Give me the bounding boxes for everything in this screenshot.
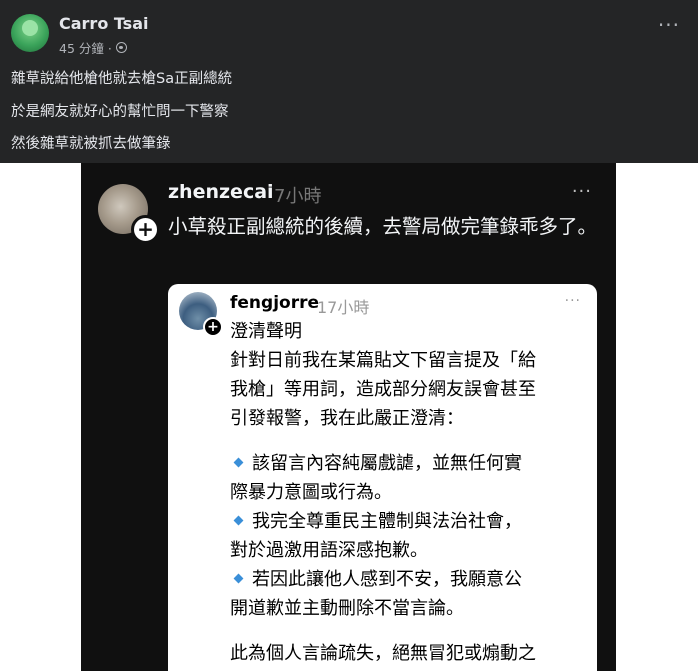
quoted-post-card: + fengjorre 17小時 ··· 澄清聲明 針對日前我在某篇貼文下留言提… [168,284,597,671]
bullet-text: 我完全尊重民主體制與法治社會， [252,511,522,532]
quoted-line: 對於過激用語深感抱歉。 [230,540,428,561]
post-text-line: 於是網友就好心的幫忙問一下警察 [11,104,229,120]
thread-text: 小草殺正副總統的後續，去警局做完筆錄乖多了。 [168,215,598,238]
thread-time: 7小時 [274,186,322,207]
quoted-line: 開道歉並主動刪除不當言論。 [230,598,464,619]
post-more-options-icon[interactable]: ··· [658,15,680,35]
bullet-text: 該留言內容純屬戲謔，並無任何實 [252,453,522,474]
quoted-line: 針對日前我在某篇貼文下留言提及「給 [230,350,536,371]
quoted-line: 我槍」等用詞，造成部分網友誤會甚至 [230,379,536,400]
globe-icon [115,42,127,53]
quoted-bullet-line: 我完全尊重民主體制與法治社會， [230,510,522,534]
post-time[interactable]: 45 分鐘 · [59,38,112,57]
quoted-more-icon: ··· [564,293,581,309]
follow-plus-icon: + [131,215,160,244]
quoted-line: 澄清聲明 [230,321,302,342]
facebook-post: Carro Tsai 45 分鐘 · ··· 雜草說給他槍他就去槍Sa正副總統 … [0,0,698,163]
quoted-line: 際暴力意圖或行為。 [230,482,392,503]
quoted-bullet-line: 該留言內容純屬戲謔，並無任何實 [230,452,522,476]
author-avatar[interactable] [11,14,49,52]
post-text-line: 雜草說給他槍他就去槍Sa正副總統 [11,71,233,87]
quoted-follow-plus-icon: + [203,317,223,337]
blue-diamond-icon [233,515,244,526]
quoted-username: fengjorre [230,293,320,313]
post-text-line: 然後雜草就被抓去做筆錄 [11,136,171,152]
thread-username: zhenzecai [168,181,274,203]
embedded-screenshot[interactable]: + zhenzecai 7小時 ··· 小草殺正副總統的後續，去警局做完筆錄乖多… [81,163,616,671]
blue-diamond-icon [233,457,244,468]
quoted-line: 引發報警，我在此嚴正澄清： [230,408,464,429]
quoted-time: 17小時 [317,298,370,317]
thread-more-icon: ··· [571,181,592,202]
quoted-line: 此為個人言論疏失，絕無冒犯或煽動之 [230,643,536,664]
post-meta: 45 分鐘 · [59,38,127,57]
bullet-text: 若因此讓他人感到不安，我願意公 [252,569,522,590]
blue-diamond-icon [233,573,244,584]
quoted-bullet-line: 若因此讓他人感到不安，我願意公 [230,568,522,592]
post-author-name[interactable]: Carro Tsai [59,14,148,33]
